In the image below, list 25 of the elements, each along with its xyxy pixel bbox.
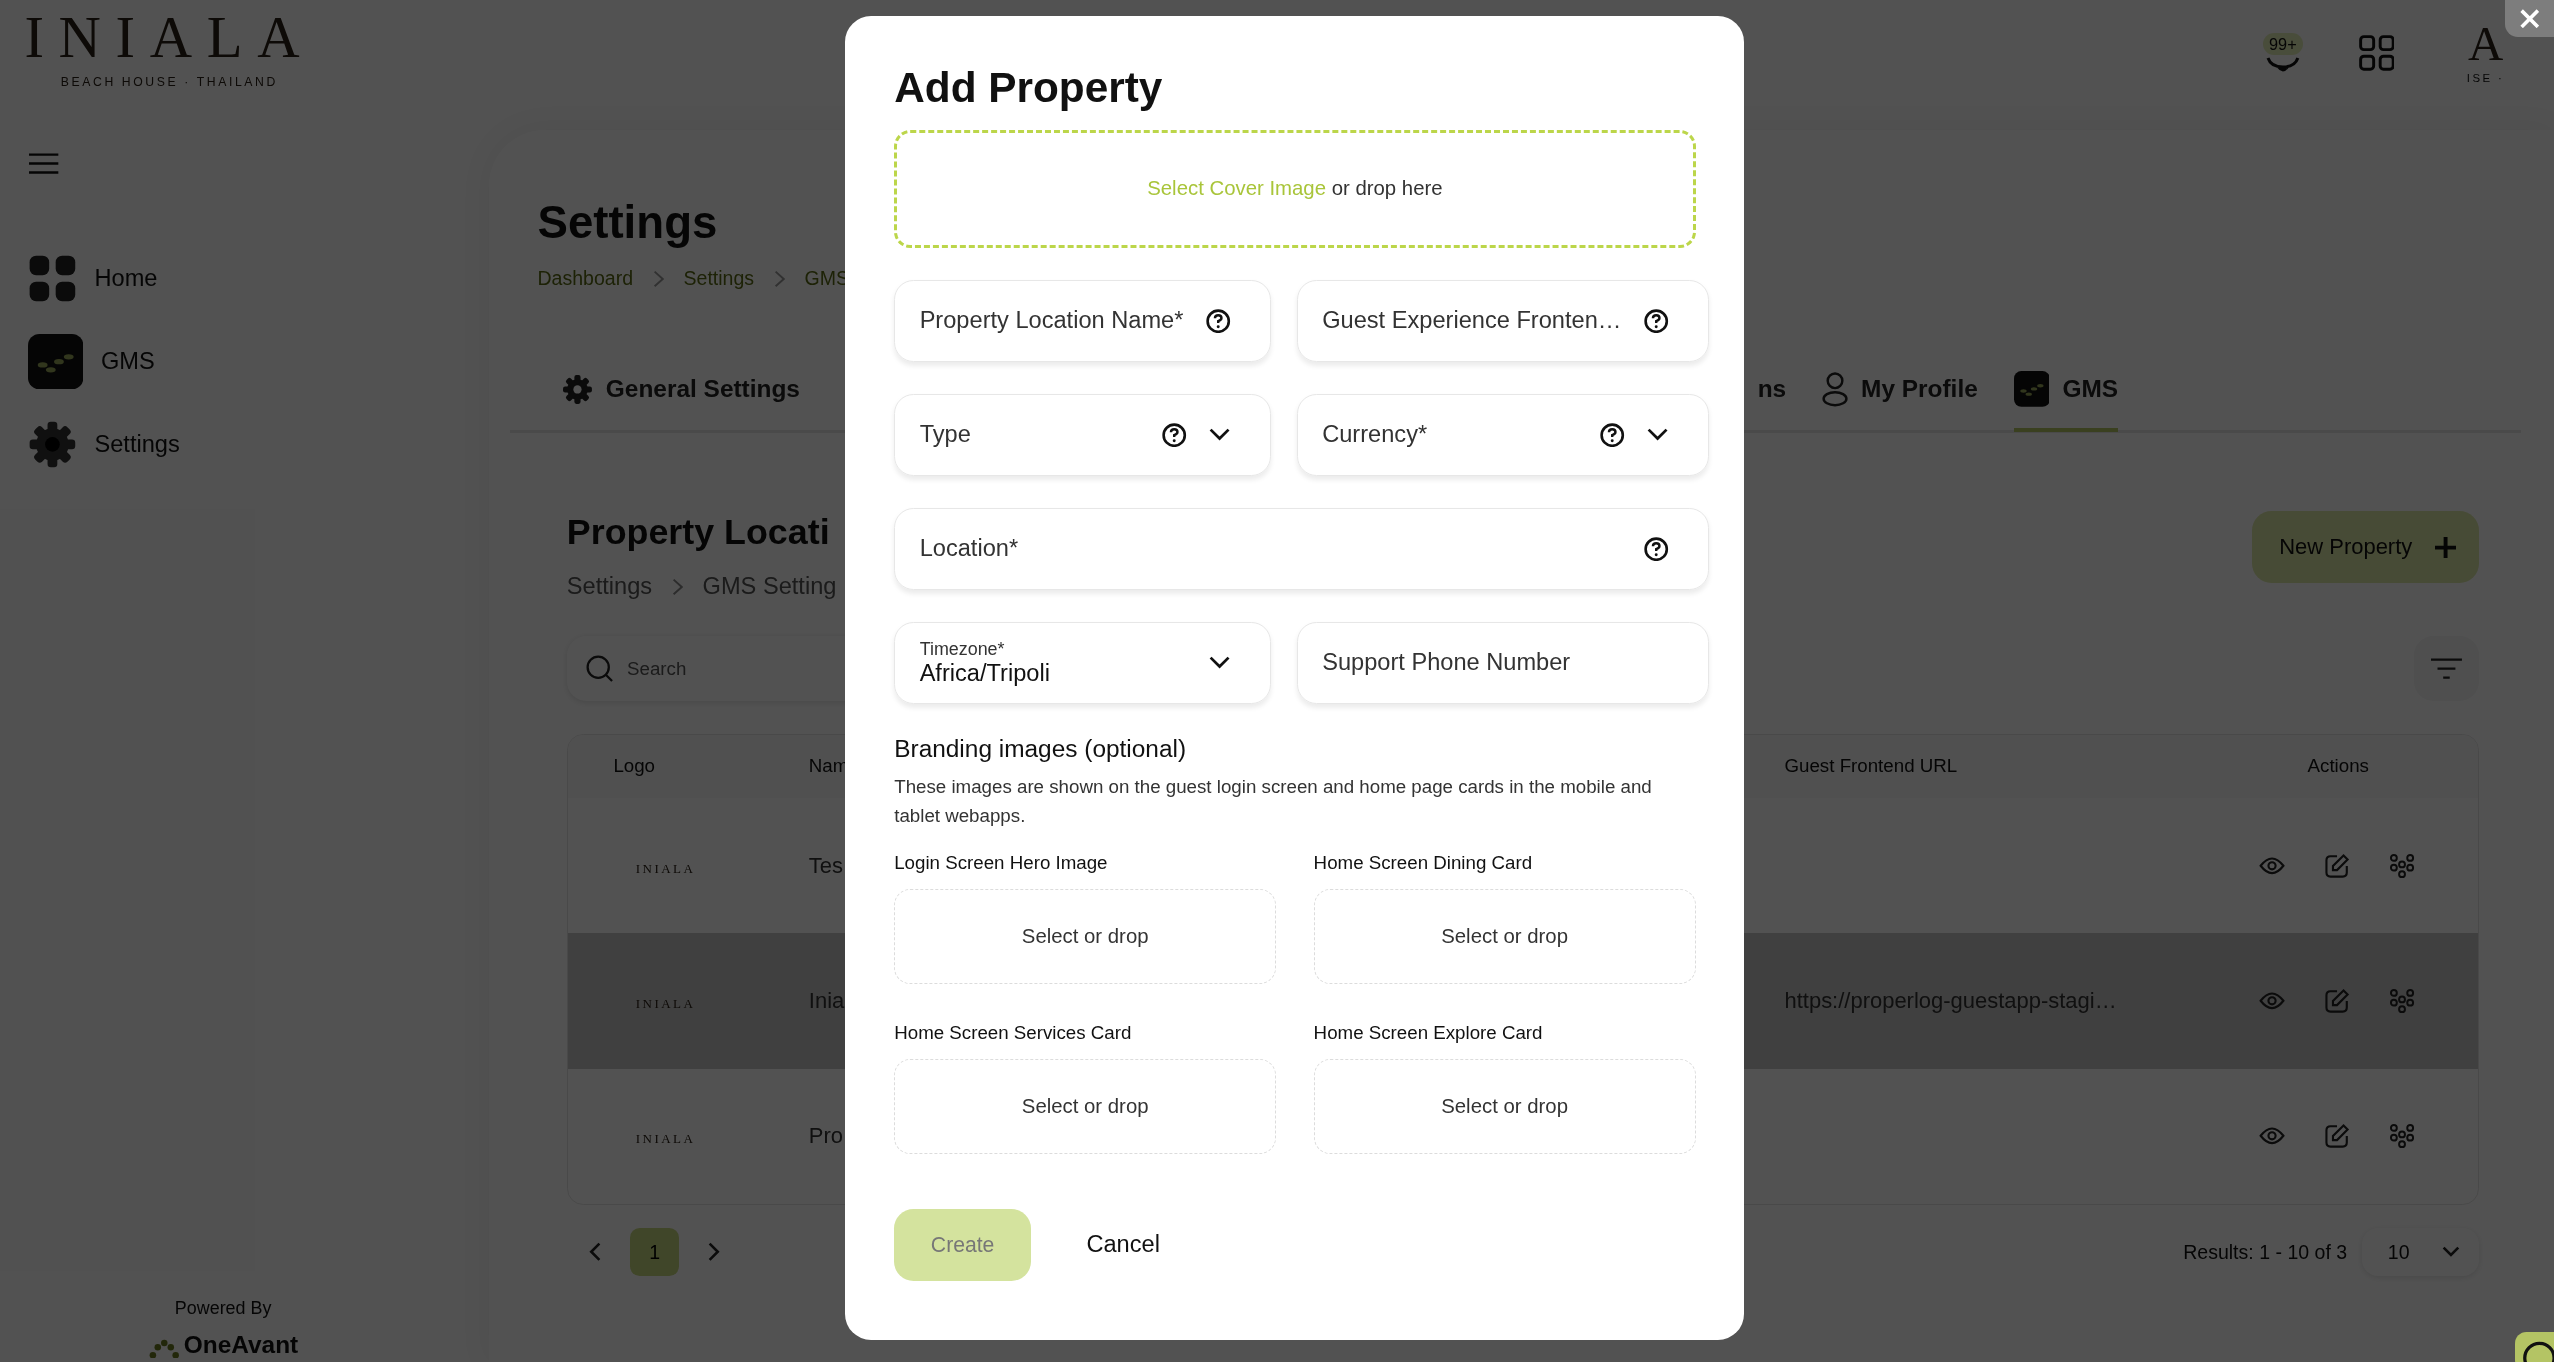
results-text: Results: 1 - 10 of 3 — [2183, 1240, 2348, 1264]
notification-count: 99+ — [2262, 33, 2304, 56]
column-header: Logo — [612, 755, 657, 778]
brand-logo: INIALA — [24, 6, 315, 69]
branding-description: These images are shown on the guest login screen and home page cards in the mobile and tablet webapps. — [894, 774, 1653, 829]
table-cell: Tes — [808, 852, 844, 878]
powered-by-label: Powered By — [174, 1298, 272, 1320]
dialog-title: Add Property — [894, 62, 1164, 113]
branding-heading: Branding images (optional) — [894, 733, 1188, 764]
image-label: Home Screen Explore Card — [1313, 1020, 1544, 1045]
account-caption: ISE · — [2466, 71, 2505, 84]
table-cell: Pro — [808, 1123, 844, 1149]
page-title: Settings — [537, 196, 719, 251]
row-logo: INIALA — [635, 860, 696, 876]
section-title: Property Locati — [566, 511, 831, 554]
row-logo: INIALA — [635, 996, 696, 1012]
column-header: Actions — [2306, 755, 2370, 778]
image-label: Login Screen Hero Image — [894, 851, 1109, 876]
column-header: Guest Frontend URL — [1783, 755, 1959, 778]
vendor-logo: OneAvant — [183, 1332, 299, 1359]
dropzone-text: Select Cover Image or drop here — [1147, 177, 1443, 201]
brand-tagline: BEACH HOUSE · THAILAND — [60, 74, 278, 89]
image-label: Home Screen Services Card — [894, 1020, 1133, 1045]
row-logo: INIALA — [635, 1131, 696, 1147]
image-label: Home Screen Dining Card — [1313, 851, 1534, 876]
